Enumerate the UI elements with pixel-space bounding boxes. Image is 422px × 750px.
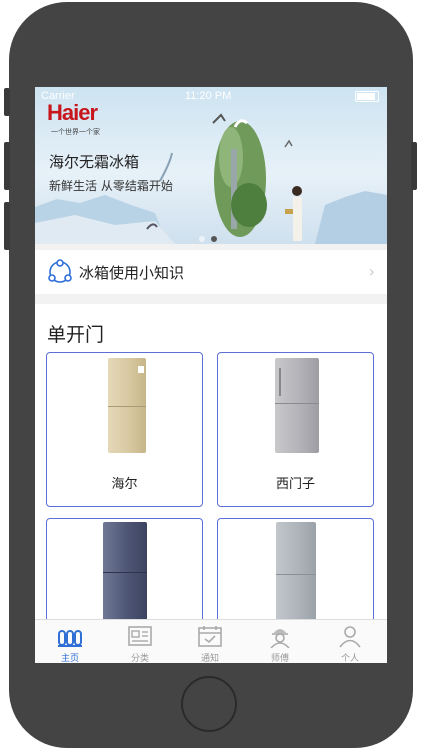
home-bars-icon (58, 630, 82, 647)
page-dot (199, 236, 205, 242)
tab-worker[interactable]: 师傅 (245, 620, 315, 663)
tab-bar: 主页 分类 通知 师傅 个人 (35, 619, 387, 663)
product-card-siemens[interactable]: 西门子 (217, 352, 374, 507)
product-name: 西门子 (275, 477, 315, 492)
brand-slogan: 一个世界一个家 (51, 128, 100, 136)
banner-title: 海尔无霜冰箱 (49, 153, 140, 171)
carrier-label: Carrier (41, 90, 75, 102)
fridge-image (108, 358, 146, 453)
tips-row[interactable]: 冰箱使用小知识 › (35, 250, 387, 294)
tips-label: 冰箱使用小知识 (79, 264, 185, 282)
product-card-haier[interactable]: 海尔 (46, 352, 203, 507)
category-icon (128, 626, 152, 646)
volume-down-button (4, 202, 10, 250)
promo-banner[interactable]: Carrier 11:20 PM Haier 一个世界一个家 海尔无霜冰箱 新鲜… (35, 87, 387, 244)
section-title: 单开门 (47, 324, 105, 346)
worker-icon (270, 629, 290, 648)
tab-label: 个人 (340, 654, 359, 663)
app-screen: Carrier 11:20 PM Haier 一个世界一个家 海尔无霜冰箱 新鲜… (35, 87, 387, 663)
calendar-check-icon (198, 626, 222, 647)
tab-notify[interactable]: 通知 (175, 620, 245, 663)
banner-page-indicator (196, 227, 220, 244)
volume-up-button (4, 142, 10, 190)
status-bar: Carrier 11:20 PM (35, 87, 387, 105)
banner-subtitle: 新鲜生活 从零结霜开始 (49, 179, 173, 193)
chevron-right-icon: › (368, 262, 375, 281)
person-icon (339, 626, 361, 648)
tab-label: 通知 (200, 654, 219, 663)
tab-label: 分类 (130, 654, 149, 663)
power-button (411, 142, 417, 190)
fridge-image (275, 358, 319, 453)
separator (35, 294, 387, 304)
home-button[interactable] (181, 676, 237, 732)
battery-icon (355, 91, 379, 102)
fridge-image (276, 522, 316, 632)
product-name: 海尔 (111, 477, 138, 492)
clock: 11:20 PM (185, 90, 232, 102)
page-dot-active (211, 236, 217, 242)
knowledge-network-icon (48, 259, 72, 283)
tab-label: 主页 (60, 654, 79, 663)
tab-label: 师傅 (270, 654, 289, 663)
tab-category[interactable]: 分类 (105, 620, 175, 663)
mute-switch (4, 88, 10, 116)
tab-home[interactable]: 主页 (35, 620, 105, 663)
tab-profile[interactable]: 个人 (315, 620, 385, 663)
fridge-image (103, 522, 147, 632)
